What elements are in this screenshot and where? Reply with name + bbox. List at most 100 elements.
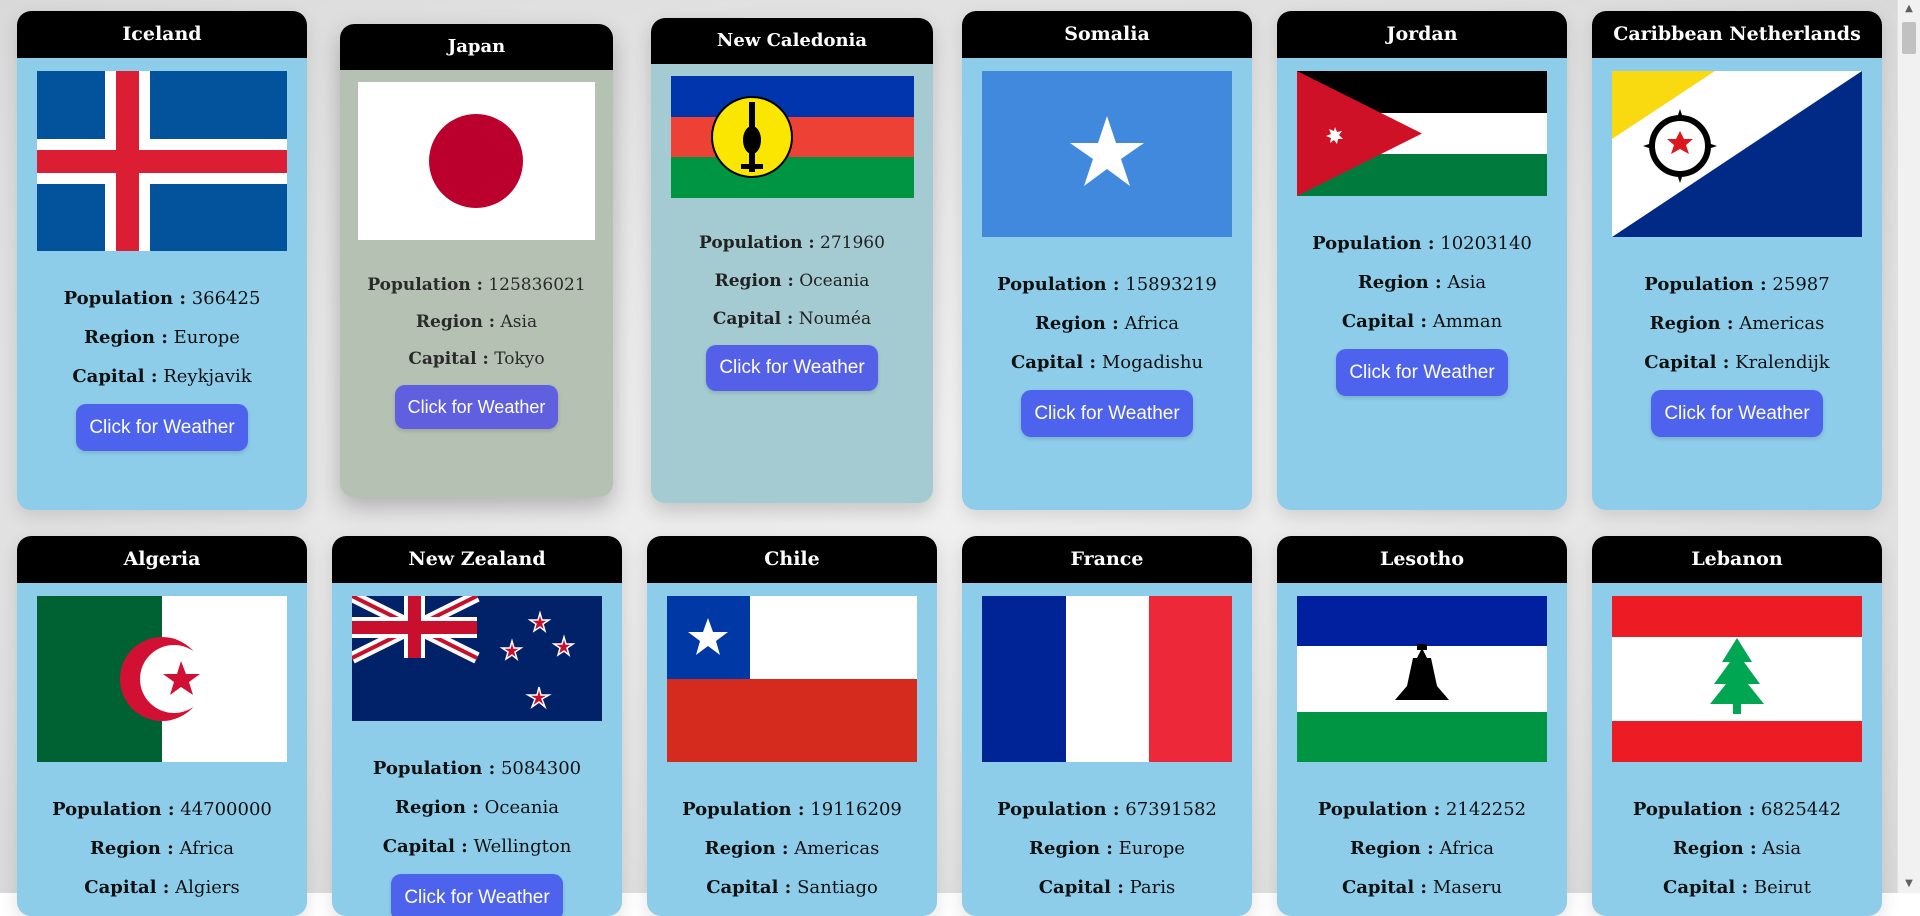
population-label: Population : — [997, 274, 1120, 295]
capital-label: Capital : — [72, 366, 158, 387]
region-label: Region : — [714, 271, 794, 291]
region-label: Region : — [1649, 313, 1734, 334]
capital-value: Paris — [1129, 877, 1176, 898]
region-value: Asia — [1762, 838, 1802, 859]
card-info: Population : 6825442 Region : Asia Capit… — [1592, 799, 1882, 898]
flag-lesotho — [1297, 596, 1547, 762]
population-value: 67391582 — [1125, 799, 1217, 820]
population-value: 10203140 — [1440, 233, 1532, 254]
region-label: Region : — [415, 312, 496, 332]
population-value: 6825442 — [1760, 799, 1842, 820]
scroll-down-icon[interactable]: ▼ — [1898, 875, 1920, 893]
card-title: Somalia — [962, 11, 1252, 58]
capital-value: Wellington — [473, 836, 572, 857]
region-value: Asia — [1447, 272, 1487, 293]
capital-label: Capital : — [382, 836, 468, 857]
region-label: Region : — [1357, 272, 1442, 293]
capital-label: Capital : — [1341, 311, 1427, 332]
capital-label: Capital : — [1341, 877, 1428, 898]
population-value: 19116209 — [810, 799, 902, 820]
weather-button[interactable]: Click for Weather — [1336, 349, 1508, 396]
region-value: Americas — [1739, 313, 1825, 334]
capital-label: Capital : — [1644, 352, 1730, 373]
weather-button[interactable]: Click for Weather — [76, 404, 248, 451]
region-value: Asia — [500, 312, 538, 332]
scrollbar-thumb[interactable] — [1902, 22, 1916, 54]
vertical-scrollbar[interactable]: ▲ ▼ — [1897, 0, 1920, 893]
flag-france — [982, 596, 1232, 762]
capital-value: Amman — [1432, 311, 1503, 332]
population-value: 2142252 — [1445, 799, 1527, 820]
country-card-new-caledonia: New Caledonia Population : 271960 Region… — [651, 18, 933, 503]
card-info: Population : 15893219 Region : Africa Ca… — [962, 274, 1252, 437]
scroll-up-icon[interactable]: ▲ — [1898, 0, 1920, 18]
weather-button[interactable]: Click for Weather — [394, 385, 559, 429]
population-value: 366425 — [191, 288, 261, 309]
weather-button[interactable]: Click for Weather — [391, 874, 563, 916]
capital-value: Kralendijk — [1735, 352, 1830, 373]
capital-value: Nouméa — [798, 309, 872, 329]
region-value: Europe — [173, 327, 240, 348]
region-label: Region : — [84, 327, 168, 348]
flag-chile — [667, 596, 917, 762]
card-info: Population : 10203140 Region : Asia Capi… — [1277, 233, 1567, 396]
capital-label: Capital : — [706, 877, 792, 898]
region-value: Oceania — [484, 797, 559, 818]
population-label: Population : — [997, 799, 1120, 820]
card-info: Population : 271960 Region : Oceania Cap… — [651, 233, 933, 391]
country-card-somalia: Somalia Population : 15893219 Region : A… — [962, 11, 1252, 510]
flag-iceland — [37, 71, 287, 251]
card-title: Chile — [647, 536, 937, 583]
flag-somalia — [982, 71, 1232, 237]
flag-jordan — [1297, 71, 1547, 196]
region-label: Region : — [1029, 838, 1113, 859]
card-title: Caribbean Netherlands — [1592, 11, 1882, 58]
region-label: Region : — [1672, 838, 1757, 859]
region-value: Africa — [179, 838, 235, 859]
population-value: 125836021 — [488, 275, 586, 295]
card-info: Population : 2142252 Region : Africa Cap… — [1277, 799, 1567, 898]
capital-value: Santiago — [797, 877, 878, 898]
weather-button[interactable]: Click for Weather — [706, 345, 878, 391]
card-info: Population : 5084300 Region : Oceania Ca… — [332, 758, 622, 916]
population-value: 44700000 — [180, 799, 272, 820]
population-value: 271960 — [820, 233, 885, 253]
region-label: Region : — [1349, 838, 1434, 859]
population-label: Population : — [63, 288, 186, 309]
population-value: 25987 — [1772, 274, 1830, 295]
population-value: 5084300 — [500, 758, 582, 779]
flag-caribbean-netherlands — [1612, 71, 1862, 237]
capital-label: Capital : — [408, 349, 489, 369]
weather-button[interactable]: Click for Weather — [1021, 390, 1193, 437]
country-card-new-zealand: New Zealand Population : 5084300 Region … — [332, 536, 622, 916]
capital-label: Capital : — [1010, 352, 1097, 373]
capital-label: Capital : — [84, 877, 170, 898]
flag-lebanon — [1612, 596, 1862, 762]
country-card-caribbean-netherlands: Caribbean Netherlands Population : 25987… — [1592, 11, 1882, 510]
country-card-chile: Chile Population : 19116209 Region : Ame… — [647, 536, 937, 916]
flag-algeria — [37, 596, 287, 762]
region-label: Region : — [395, 797, 479, 818]
card-title: Iceland — [17, 11, 307, 58]
capital-value: Algiers — [175, 877, 240, 898]
card-info: Population : 67391582 Region : Europe Ca… — [962, 799, 1252, 898]
flag-japan — [358, 82, 595, 240]
country-card-algeria: Algeria Population : 44700000 Region : A… — [17, 536, 307, 916]
region-label: Region : — [704, 838, 789, 859]
capital-value: Tokyo — [494, 349, 545, 369]
country-grid: Iceland Population : 366425 Region : Eur… — [0, 0, 1898, 916]
population-label: Population : — [372, 758, 496, 779]
weather-button[interactable]: Click for Weather — [1651, 390, 1823, 437]
population-label: Population : — [699, 233, 815, 253]
population-label: Population : — [682, 799, 805, 820]
card-title: Lesotho — [1277, 536, 1567, 583]
country-card-jordan: Jordan Population : 10203140 Region : As… — [1277, 11, 1567, 510]
card-title: New Zealand — [332, 536, 622, 583]
population-label: Population : — [1644, 274, 1767, 295]
population-value: 15893219 — [1125, 274, 1217, 295]
region-label: Region : — [1034, 313, 1119, 334]
flag-new-zealand — [352, 596, 602, 721]
card-title: Japan — [340, 24, 613, 70]
capital-value: Mogadishu — [1101, 352, 1204, 373]
region-value: Americas — [794, 838, 880, 859]
